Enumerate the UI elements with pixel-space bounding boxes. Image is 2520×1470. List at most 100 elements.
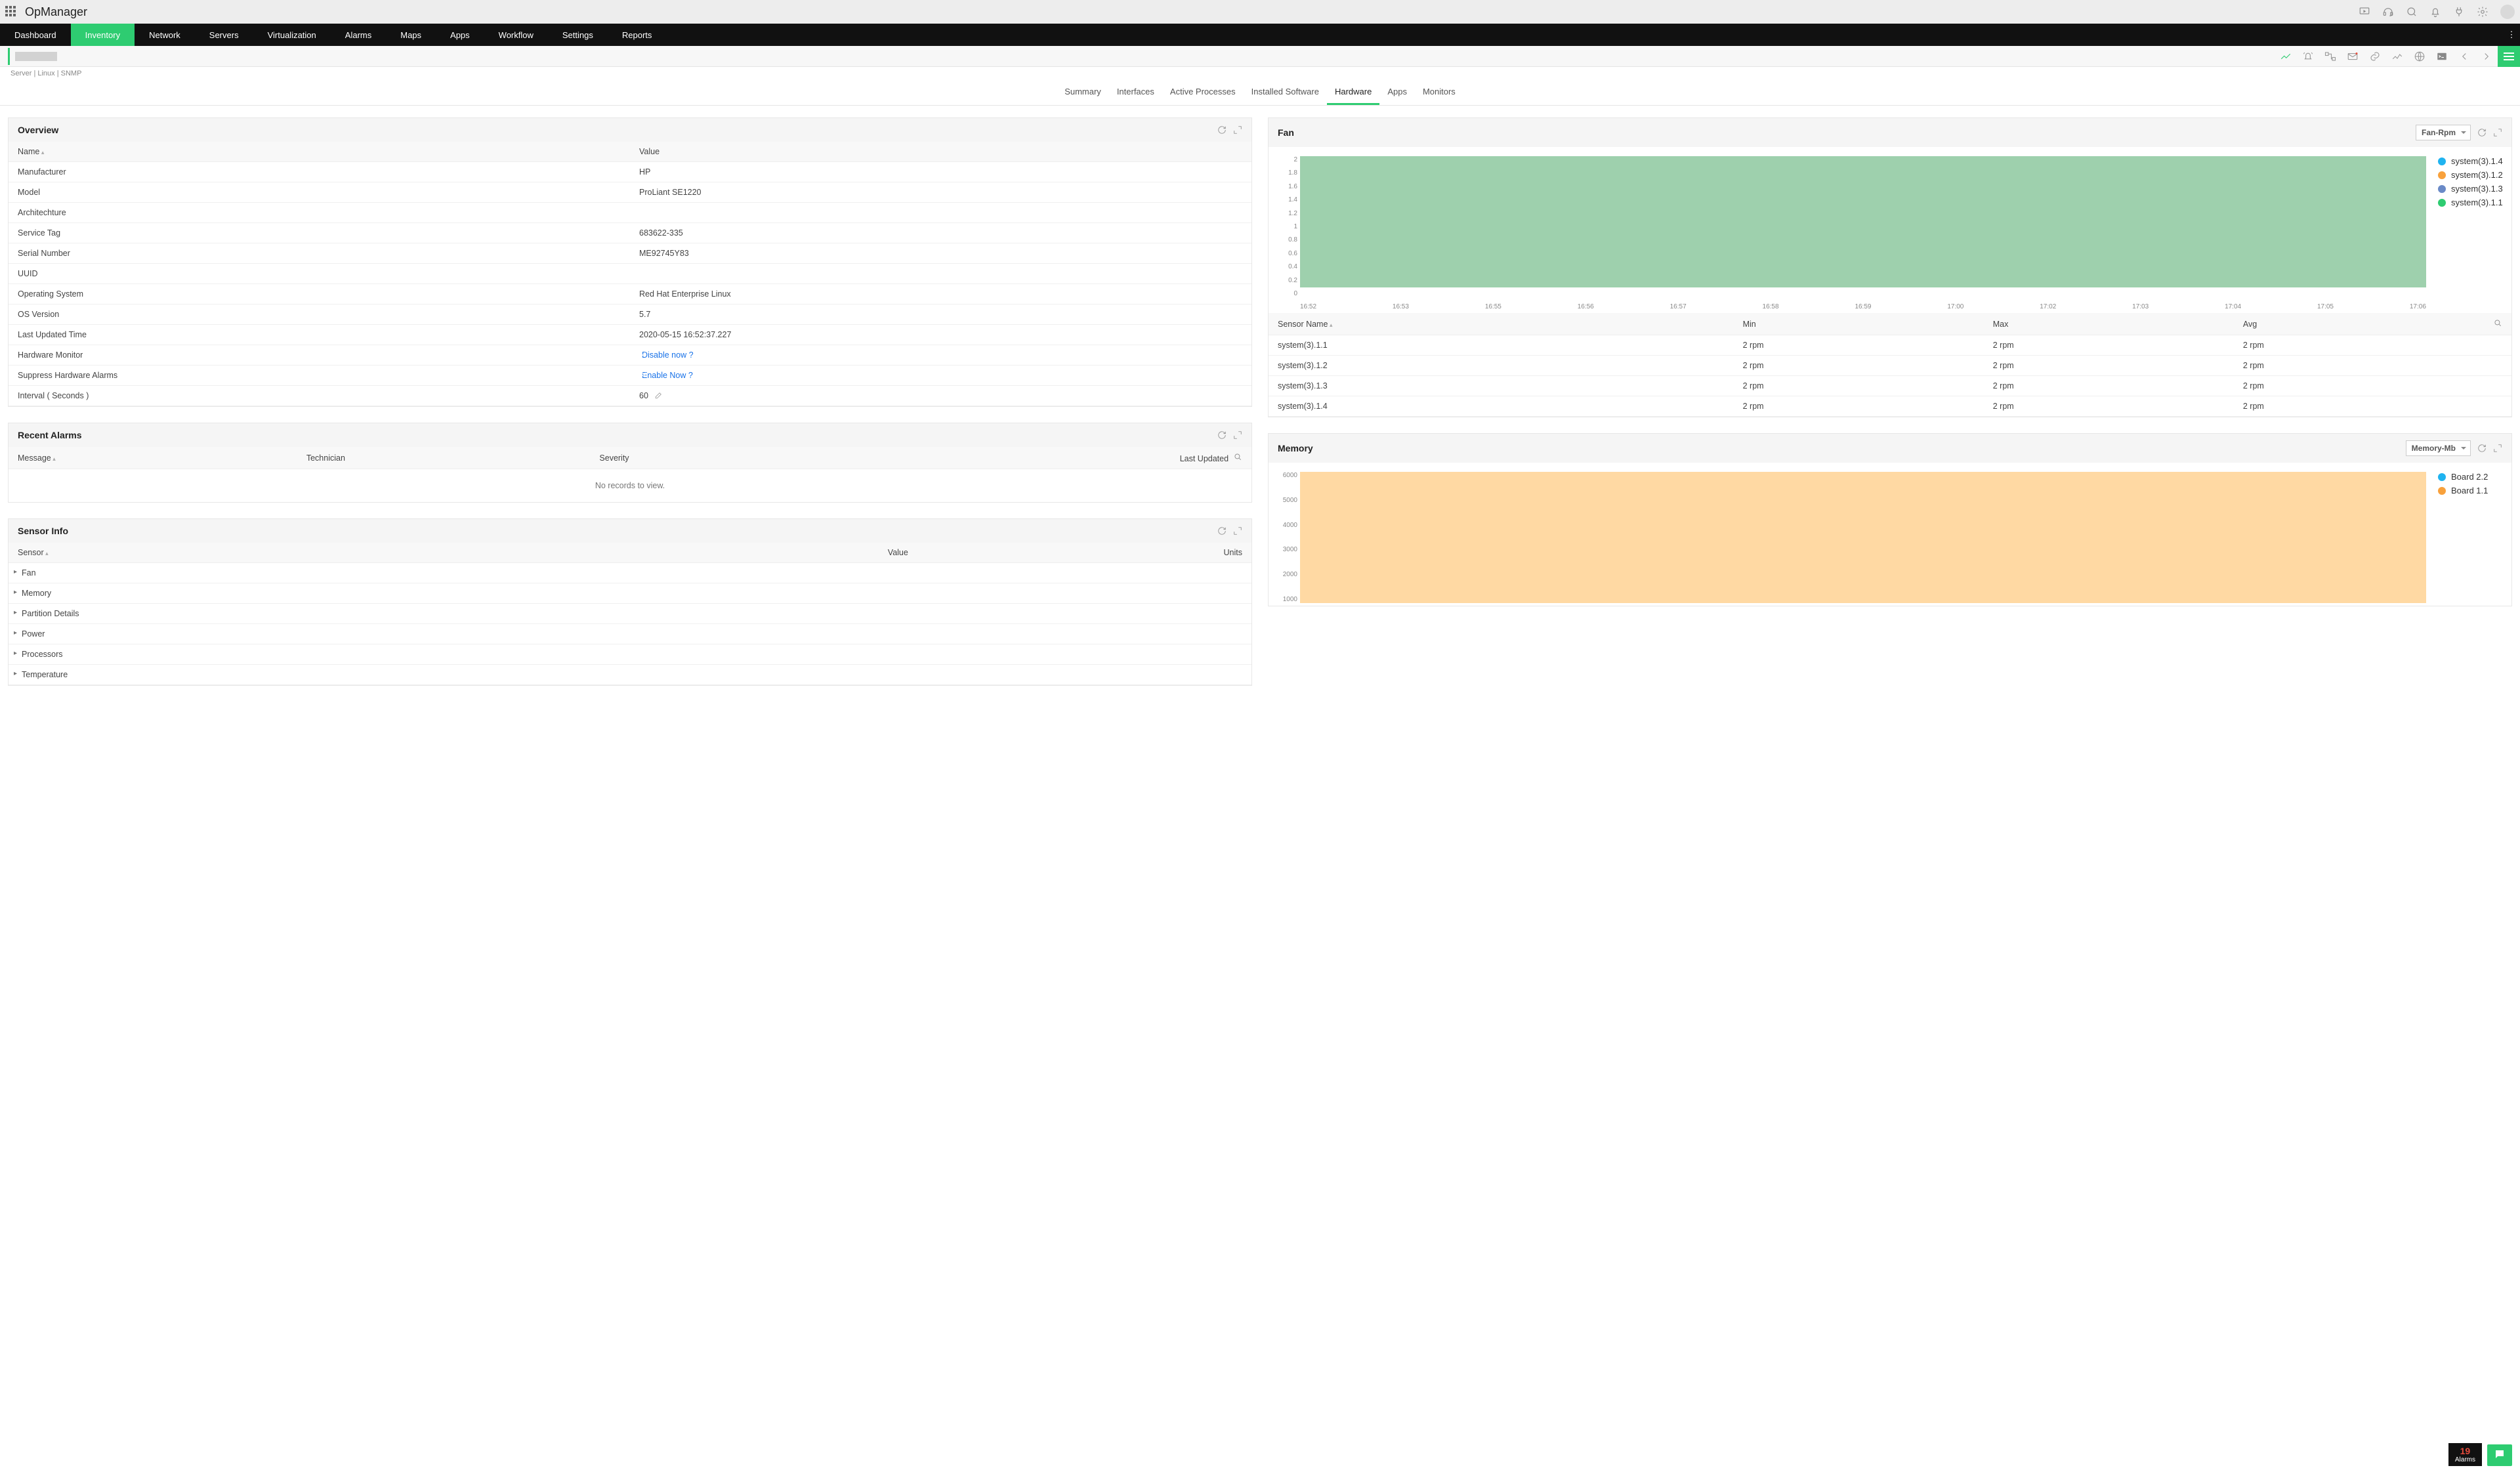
globe-icon[interactable] — [2408, 46, 2431, 67]
table-row: Operating SystemRed Hat Enterprise Linux — [9, 284, 1251, 304]
sensor-col-value[interactable]: Value — [879, 543, 1069, 563]
main-nav: Dashboard Inventory Network Servers Virt… — [0, 24, 2520, 46]
nav-servers[interactable]: Servers — [195, 24, 253, 46]
refresh-icon[interactable] — [1217, 430, 1227, 440]
alarms-col-message[interactable]: Message — [9, 447, 297, 469]
status-marker — [8, 48, 10, 65]
tab-monitors[interactable]: Monitors — [1415, 80, 1463, 105]
sensor-group-fan[interactable]: Fan — [9, 563, 1251, 583]
expand-icon[interactable] — [2493, 128, 2502, 137]
hamburger-menu[interactable] — [2498, 46, 2520, 67]
nav-dashboard[interactable]: Dashboard — [0, 24, 71, 46]
expand-icon[interactable] — [2493, 444, 2502, 453]
next-icon[interactable] — [2475, 46, 2498, 67]
fan-card: Fan Fan-Rpm 2 1.8 1.6 1.4 1.2 1 — [1268, 117, 2512, 417]
trend-icon[interactable] — [2275, 46, 2297, 67]
recent-alarms-card: Recent Alarms Message Technician Severit… — [8, 423, 1252, 503]
enable-suppress-link[interactable]: Enable Now ? — [642, 371, 693, 380]
headset-icon[interactable] — [2382, 6, 2394, 18]
alarm-count-pill[interactable]: 19 Alarms — [2448, 1443, 2482, 1466]
fan-card-title: Fan — [1278, 127, 1294, 138]
tab-apps[interactable]: Apps — [1379, 80, 1415, 105]
legend-dot-icon — [2438, 185, 2446, 193]
alarm-config-icon[interactable] — [2297, 46, 2319, 67]
tab-active-processes[interactable]: Active Processes — [1162, 80, 1244, 105]
nav-reports[interactable]: Reports — [608, 24, 667, 46]
nav-alarms[interactable]: Alarms — [331, 24, 386, 46]
tab-installed-software[interactable]: Installed Software — [1244, 80, 1327, 105]
sensor-group-partition[interactable]: Partition Details — [9, 604, 1251, 624]
table-row: Last Updated Time2020-05-15 16:52:37.227 — [9, 325, 1251, 345]
fan-subcol-avg[interactable]: Avg — [2234, 313, 2484, 335]
workflow-icon[interactable] — [2319, 46, 2342, 67]
fan-subcol-min[interactable]: Min — [1734, 313, 1984, 335]
table-row: OS Version5.7 — [9, 304, 1251, 325]
memory-chart: 6000 5000 4000 3000 2000 1000 — [1275, 472, 2426, 603]
tab-hardware[interactable]: Hardware — [1327, 80, 1379, 105]
present-icon[interactable] — [2359, 6, 2370, 18]
terminal-icon[interactable] — [2431, 46, 2453, 67]
table-row: Hardware Monitor Disable now ? — [9, 345, 1251, 366]
refresh-icon[interactable] — [1217, 526, 1227, 536]
nav-settings[interactable]: Settings — [548, 24, 608, 46]
brand-title: OpManager — [25, 5, 87, 19]
legend-dot-icon — [2438, 487, 2446, 495]
sensor-info-title: Sensor Info — [18, 526, 68, 536]
graph-icon[interactable] — [2386, 46, 2408, 67]
sensor-col-units[interactable]: Units — [1069, 543, 1251, 563]
nav-inventory[interactable]: Inventory — [71, 24, 135, 46]
disable-hw-monitor-link[interactable]: Disable now ? — [642, 350, 694, 360]
legend-dot-icon — [2438, 199, 2446, 207]
search-icon[interactable] — [1233, 452, 1242, 461]
fan-subcol-sensor[interactable]: Sensor Name — [1269, 313, 1734, 335]
plug-icon[interactable] — [2453, 6, 2465, 18]
expand-icon[interactable] — [1233, 526, 1242, 536]
refresh-icon[interactable] — [2477, 128, 2487, 137]
user-avatar[interactable] — [2500, 5, 2515, 19]
table-row: system(3).1.12 rpm2 rpm2 rpm — [1269, 335, 2511, 356]
table-row: system(3).1.22 rpm2 rpm2 rpm — [1269, 356, 2511, 376]
nav-apps[interactable]: Apps — [436, 24, 484, 46]
table-row: ModelProLiant SE1220 — [9, 182, 1251, 203]
sensor-group-power[interactable]: Power — [9, 624, 1251, 644]
nav-workflow[interactable]: Workflow — [484, 24, 548, 46]
table-row: Architechture — [9, 203, 1251, 223]
refresh-icon[interactable] — [2477, 444, 2487, 453]
table-row: ManufacturerHP — [9, 162, 1251, 182]
alarms-col-technician[interactable]: Technician — [297, 447, 591, 469]
search-icon[interactable] — [2406, 6, 2418, 18]
fan-subcol-max[interactable]: Max — [1984, 313, 2234, 335]
refresh-icon[interactable] — [1217, 125, 1227, 135]
tab-summary[interactable]: Summary — [1057, 80, 1109, 105]
table-row: Service Tag683622-335 — [9, 223, 1251, 243]
gear-icon[interactable] — [2477, 6, 2488, 18]
bell-icon[interactable] — [2429, 6, 2441, 18]
search-icon[interactable] — [2493, 318, 2502, 327]
nav-more-icon[interactable]: ⋮ — [2503, 24, 2520, 46]
memory-metric-dropdown[interactable]: Memory-Mb — [2406, 440, 2471, 456]
sensor-group-processors[interactable]: Processors — [9, 644, 1251, 665]
nav-network[interactable]: Network — [135, 24, 195, 46]
device-breadcrumb: Server | Linux | SNMP — [0, 67, 2520, 80]
prev-icon[interactable] — [2453, 46, 2475, 67]
tab-interfaces[interactable]: Interfaces — [1109, 80, 1162, 105]
expand-icon[interactable] — [1233, 125, 1242, 135]
alarms-col-severity[interactable]: Severity — [590, 447, 836, 469]
edit-icon[interactable] — [654, 391, 663, 400]
nav-maps[interactable]: Maps — [386, 24, 436, 46]
alarms-col-lastupdated[interactable]: Last Updated — [1180, 454, 1228, 463]
chat-widget[interactable] — [2487, 1444, 2512, 1466]
link-icon[interactable] — [2364, 46, 2386, 67]
memory-card: Memory Memory-Mb 6000 5000 4000 3000 200… — [1268, 433, 2512, 606]
fan-metric-dropdown[interactable]: Fan-Rpm — [2416, 125, 2471, 140]
tabstrip: Summary Interfaces Active Processes Inst… — [0, 80, 2520, 106]
expand-icon[interactable] — [1233, 430, 1242, 440]
sensor-group-memory[interactable]: Memory — [9, 583, 1251, 604]
device-subbar — [0, 46, 2520, 67]
sensor-col-name[interactable]: Sensor — [9, 543, 879, 563]
apps-switcher-icon[interactable] — [5, 6, 17, 18]
nav-virtualization[interactable]: Virtualization — [253, 24, 331, 46]
mail-icon[interactable] — [2342, 46, 2364, 67]
overview-col-name[interactable]: Name — [9, 142, 630, 162]
sensor-group-temperature[interactable]: Temperature — [9, 665, 1251, 685]
